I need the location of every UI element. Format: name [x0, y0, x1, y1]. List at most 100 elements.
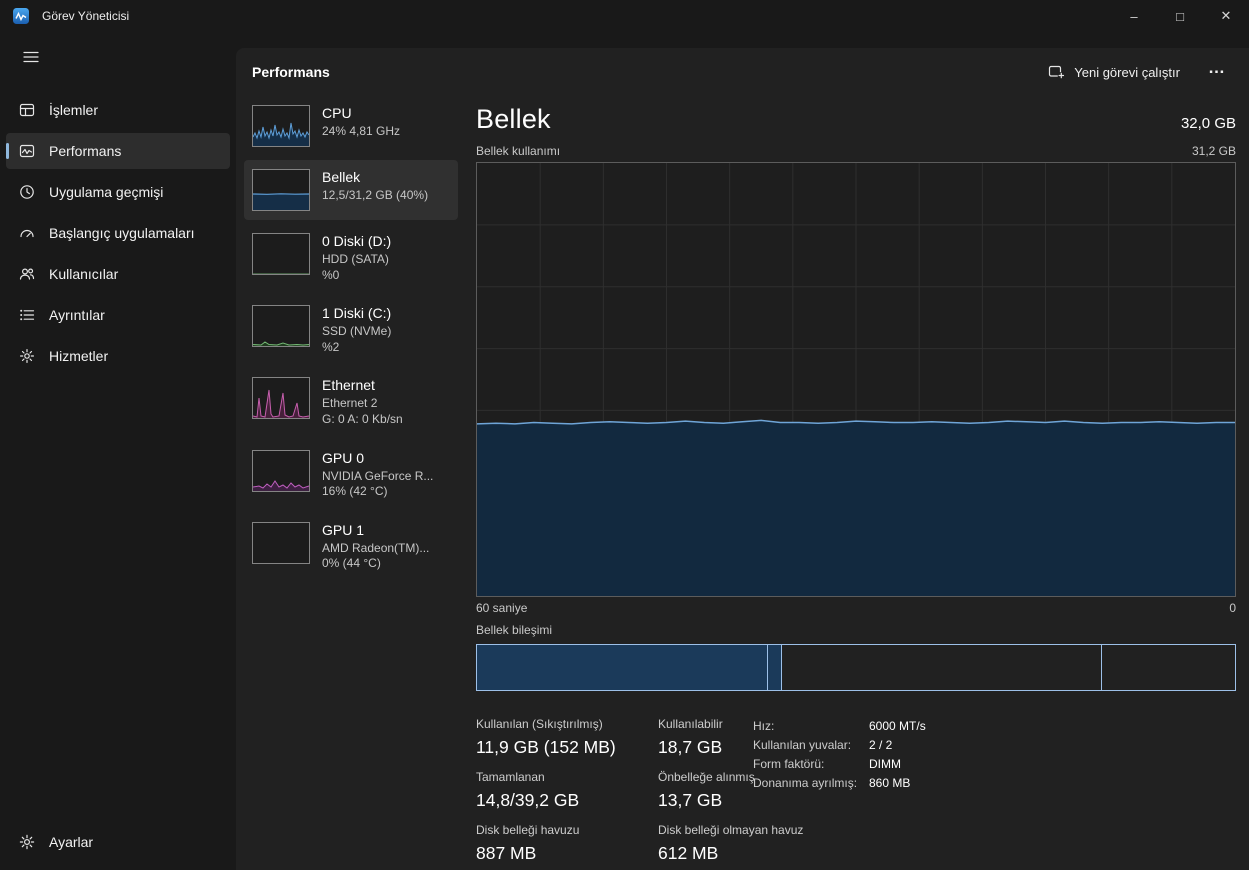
scale-top-label: 31,2 GB — [1192, 144, 1236, 158]
stat-label: Disk belleği olmayan havuz — [658, 823, 803, 837]
x-axis-right-label: 0 — [1229, 601, 1236, 615]
sidebar-item-services[interactable]: Hizmetler — [6, 338, 230, 374]
content-header: Performans Yeni görevi çalıştır … — [236, 48, 1249, 86]
sidebar-item-users[interactable]: Kullanıcılar — [6, 256, 230, 292]
memory-composition-bar — [476, 644, 1236, 691]
content-panel: Performans Yeni görevi çalıştır … — [236, 48, 1249, 870]
titlebar: Görev Yöneticisi – □ ✕ — [0, 0, 1249, 32]
perf-item-detail2: %0 — [322, 268, 391, 284]
performance-icon — [18, 143, 35, 159]
perf-item-detail: HDD (SATA) — [322, 252, 391, 268]
stat-value: 13,7 GB — [658, 790, 803, 811]
perf-item-disk0[interactable]: 0 Diski (D:) HDD (SATA) %0 — [244, 224, 458, 292]
perf-item-detail2: 16% (42 °C) — [322, 484, 433, 500]
memory-detail-header: Bellek 32,0 GB — [476, 104, 1236, 135]
perf-item-detail: 12,5/31,2 GB (40%) — [322, 188, 428, 204]
header-actions: Yeni görevi çalıştır … — [1038, 58, 1233, 86]
sidebar-item-label: Kullanıcılar — [49, 266, 118, 282]
processes-icon — [18, 102, 35, 118]
rstat-label: Donanıma ayrılmış: — [753, 776, 869, 790]
rstat-label: Form faktörü: — [753, 757, 869, 771]
sidebar-item-label: İşlemler — [49, 102, 98, 118]
memory-title: Bellek — [476, 104, 551, 135]
perf-item-name: GPU 1 — [322, 522, 429, 538]
rstat-label: Hız: — [753, 719, 869, 733]
sidebar-item-label: Hizmetler — [49, 348, 108, 364]
perf-item-gpu0[interactable]: GPU 0 NVIDIA GeForce R... 16% (42 °C) — [244, 441, 458, 509]
perf-item-ethernet[interactable]: Ethernet Ethernet 2 G: 0 A: 0 Kb/sn — [244, 368, 458, 436]
rstat-value: 2 / 2 — [869, 738, 892, 752]
rstat-value: 860 MB — [869, 776, 910, 790]
stat-value: 14,8/39,2 GB — [476, 790, 646, 811]
stat-value: 612 MB — [658, 843, 803, 864]
perf-item-name: CPU — [322, 105, 400, 121]
perf-item-detail2: 0% (44 °C) — [322, 556, 429, 572]
memory-thumbnail-graph — [252, 169, 310, 211]
sidebar-item-app-history[interactable]: Uygulama geçmişi — [6, 174, 230, 210]
window-title: Görev Yöneticisi — [42, 9, 129, 23]
composition-label: Bellek bileşimi — [476, 623, 1236, 637]
perf-item-cpu[interactable]: CPU 24% 4,81 GHz — [244, 96, 458, 156]
perf-item-memory[interactable]: Bellek 12,5/31,2 GB (40%) — [244, 160, 458, 220]
memory-usage-graph — [476, 162, 1236, 597]
performance-list: CPU 24% 4,81 GHz Bellek 12,5/31, — [244, 96, 458, 870]
startup-gauge-icon — [18, 225, 35, 241]
sidebar-item-label: Uygulama geçmişi — [49, 184, 163, 200]
sidebar-spacer — [6, 374, 230, 824]
rstat-value: DIMM — [869, 757, 901, 771]
perf-item-name: Bellek — [322, 169, 428, 185]
maximize-button[interactable]: □ — [1157, 0, 1203, 32]
ethernet-thumbnail-graph — [252, 377, 310, 419]
sidebar-item-processes[interactable]: İşlemler — [6, 92, 230, 128]
rstat-label: Kullanılan yuvalar: — [753, 738, 869, 752]
stat-value: 11,9 GB (152 MB) — [476, 737, 646, 758]
hamburger-menu-button[interactable] — [12, 40, 50, 74]
stat-value: 887 MB — [476, 843, 646, 864]
more-options-button[interactable]: … — [1200, 58, 1233, 86]
sidebar-item-performance[interactable]: Performans — [6, 133, 230, 169]
stat-label: Kullanılan (Sıkıştırılmış) — [476, 717, 646, 731]
settings-gear-icon — [18, 834, 35, 850]
disk0-thumbnail-graph — [252, 233, 310, 275]
x-axis-left-label: 60 saniye — [476, 601, 527, 615]
memory-detail-panel: Bellek 32,0 GB Bellek kullanımı 31,2 GB … — [458, 96, 1236, 870]
run-new-task-label: Yeni görevi çalıştır — [1074, 65, 1180, 80]
stat-label: Disk belleği havuzu — [476, 823, 646, 837]
memory-total-capacity: 32,0 GB — [1181, 115, 1236, 132]
composition-segment-standby — [781, 645, 1101, 690]
perf-item-detail: 24% 4,81 GHz — [322, 124, 400, 140]
sidebar-item-label: Ayrıntılar — [49, 307, 105, 323]
details-list-icon — [18, 307, 35, 323]
gpu1-thumbnail-graph — [252, 522, 310, 564]
users-icon — [18, 266, 35, 282]
disk1-thumbnail-graph — [252, 305, 310, 347]
sidebar-item-label: Başlangıç uygulamaları — [49, 225, 195, 241]
content-body: CPU 24% 4,81 GHz Bellek 12,5/31, — [236, 86, 1249, 870]
sidebar-item-settings[interactable]: Ayarlar — [6, 824, 230, 860]
history-icon — [18, 184, 35, 200]
perf-item-name: 0 Diski (D:) — [322, 233, 391, 249]
page-title: Performans — [252, 64, 330, 80]
perf-item-gpu1[interactable]: GPU 1 AMD Radeon(TM)... 0% (44 °C) — [244, 513, 458, 581]
gpu0-thumbnail-graph — [252, 450, 310, 492]
graph-x-axis-row: 60 saniye 0 — [476, 601, 1236, 615]
run-new-task-button[interactable]: Yeni görevi çalıştır — [1038, 58, 1190, 86]
rstat-value: 6000 MT/s — [869, 719, 926, 733]
perf-item-detail2: %2 — [322, 340, 391, 356]
services-gear-icon — [18, 348, 35, 364]
run-new-task-icon — [1048, 64, 1065, 80]
perf-item-detail2: G: 0 A: 0 Kb/sn — [322, 412, 403, 428]
sidebar-item-startup-apps[interactable]: Başlangıç uygulamaları — [6, 215, 230, 251]
close-button[interactable]: ✕ — [1203, 0, 1249, 32]
perf-item-detail: NVIDIA GeForce R... — [322, 469, 433, 485]
stat-label: Tamamlanan — [476, 770, 646, 784]
perf-item-disk1[interactable]: 1 Diski (C:) SSD (NVMe) %2 — [244, 296, 458, 364]
sidebar: İşlemler Performans Uygulama geçmişi Baş… — [0, 32, 236, 870]
perf-item-name: Ethernet — [322, 377, 403, 393]
perf-item-detail: AMD Radeon(TM)... — [322, 541, 429, 557]
sidebar-nav-list: İşlemler Performans Uygulama geçmişi Baş… — [6, 92, 230, 374]
perf-item-detail: Ethernet 2 — [322, 396, 403, 412]
minimize-button[interactable]: – — [1111, 0, 1157, 32]
composition-segment-free — [1101, 645, 1235, 690]
sidebar-item-details[interactable]: Ayrıntılar — [6, 297, 230, 333]
